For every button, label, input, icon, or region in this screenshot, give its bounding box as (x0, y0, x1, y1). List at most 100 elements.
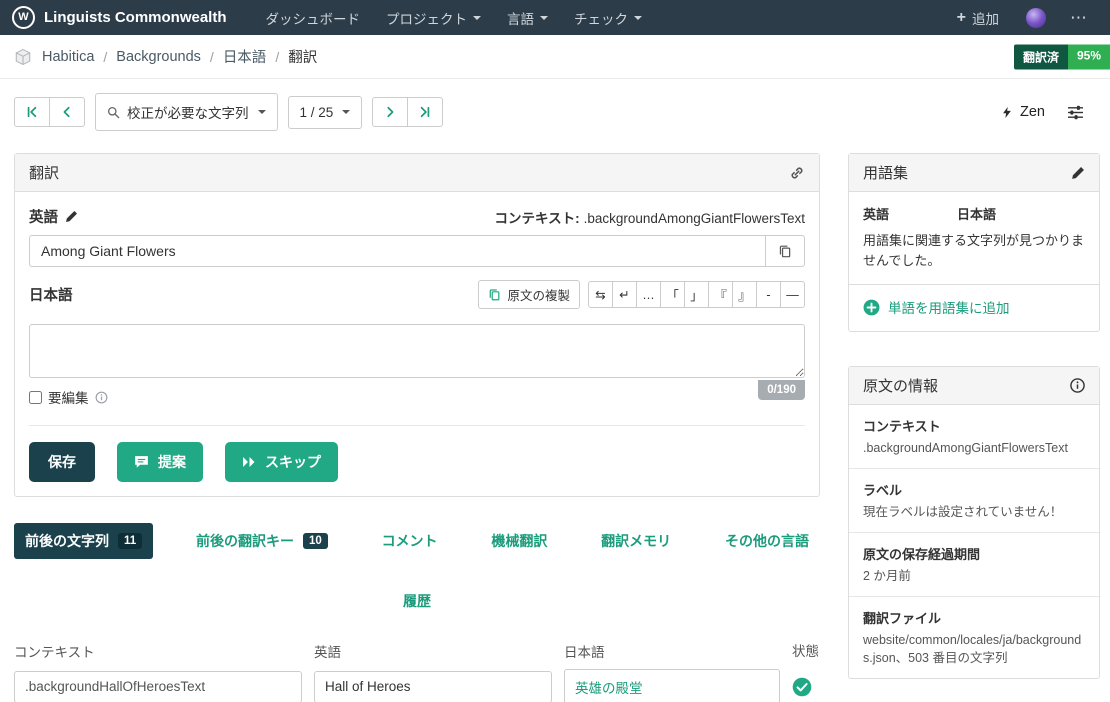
needs-edit-group: 要編集 (29, 387, 108, 407)
weblate-logo-icon[interactable]: W (12, 6, 35, 29)
char-ellipsis-button[interactable]: … (636, 281, 661, 308)
add-glossary-term-link[interactable]: 単語を用語集に追加 (863, 297, 1010, 317)
char-dbracket-open-button[interactable]: 『 (708, 281, 733, 308)
pagination-group: 校正が必要な文字列 1 / 25 (14, 93, 444, 131)
needs-edit-checkbox[interactable] (29, 390, 42, 404)
skip-button[interactable]: スキップ (225, 442, 338, 482)
permalink-icon[interactable] (789, 165, 805, 181)
source-info-card-header: 原文の情報 (849, 366, 1099, 405)
action-buttons: 保存 提案 スキップ (29, 425, 805, 482)
nav-checks[interactable]: チェック (561, 0, 655, 36)
breadcrumb: Habitica Backgrounds 日本語 翻訳 翻訳済 95% (0, 35, 1110, 79)
char-dbracket-close-button[interactable]: 』 (732, 281, 757, 308)
glossary-card-header: 用語集 (849, 154, 1099, 192)
editor-body: 英語 コンテキスト: .backgroundAmongGiantFlowersTe… (15, 192, 819, 496)
tab-machine-translation[interactable]: 機械翻訳 (480, 523, 558, 559)
add-button[interactable]: + 追加 (944, 0, 1012, 36)
fast-forward-icon (243, 457, 255, 467)
edit-source-pencil-icon[interactable] (65, 210, 78, 223)
copy-icon (490, 289, 500, 301)
char-bracket-close-button[interactable]: 」 (684, 281, 709, 308)
settings-sliders-button[interactable] (1065, 101, 1086, 124)
skip-first-icon (27, 106, 37, 118)
weblate-translate-page: W Linguists Commonwealth ダッシュボード プロジェクト … (0, 0, 1110, 702)
last-string-button[interactable] (407, 97, 444, 127)
breadcrumb-component[interactable]: Backgrounds (116, 49, 201, 65)
component-cube-icon (14, 48, 32, 66)
nav-dashboard[interactable]: ダッシュボード (253, 0, 374, 36)
glossary-card: 用語集 英語 日本語 用語集に関連する文字列が見つかりませんでした。 単語を用語… (848, 153, 1100, 332)
prev-string-button[interactable] (49, 97, 85, 127)
tab-count-badge: 10 (302, 533, 328, 549)
tab-history[interactable]: 履歴 (392, 583, 442, 619)
plus-icon: + (956, 8, 966, 26)
table-row: .backgroundHallOfHeroesText Hall of Hero… (14, 669, 820, 702)
brand-title[interactable]: Linguists Commonwealth (44, 9, 227, 26)
plus-circle-icon (863, 299, 880, 315)
edit-glossary-pencil-icon[interactable] (1071, 166, 1085, 180)
char-newline-button[interactable]: ↵ (612, 281, 637, 308)
source-info-card: 原文の情報 コンテキスト .backgroundAmongGiantFlower… (848, 365, 1100, 680)
char-emdash-button[interactable]: — (780, 281, 805, 308)
source-string-input[interactable] (29, 235, 765, 267)
breadcrumb-separator (275, 49, 279, 65)
breadcrumb-project[interactable]: Habitica (42, 49, 94, 65)
copy-icon (779, 245, 791, 258)
save-button[interactable]: 保存 (29, 442, 95, 482)
search-filter-dropdown[interactable]: 校正が必要な文字列 (95, 93, 278, 131)
next-string-button[interactable] (372, 97, 409, 127)
editor-toolbar: 校正が必要な文字列 1 / 25 Zen (14, 93, 1100, 131)
caret-down-icon (634, 15, 643, 20)
tab-translation-memory[interactable]: 翻訳メモリ (590, 523, 682, 559)
source-info-title: 原文の情報 (863, 377, 939, 395)
info-item-source-age: 原文の保存経過期間 2 か月前 (849, 531, 1099, 596)
main-menu: ダッシュボード プロジェクト 言語 チェック (253, 0, 656, 36)
glossary-footer: 単語を用語集に追加 (849, 284, 1099, 331)
position-dropdown[interactable]: 1 / 25 (287, 95, 363, 129)
breadcrumb-current: 翻訳 (288, 50, 318, 66)
nearby-context-cell[interactable]: .backgroundHallOfHeroesText (14, 671, 302, 702)
info-circle-icon[interactable] (1070, 377, 1085, 393)
char-counter-badge: 0/190 (758, 380, 805, 400)
header-source: 英語 (314, 645, 341, 660)
nav-projects[interactable]: プロジェクト (373, 0, 494, 36)
char-swap-button[interactable]: ⇆ (588, 281, 613, 308)
translation-card: 翻訳 英語 コンテキスト: .backgroundAmongGiantFlowe… (14, 153, 820, 497)
special-chars-group: ⇆ ↵ … 「 」 『 』 - — (588, 281, 805, 308)
user-avatar[interactable] (1026, 7, 1046, 28)
breadcrumb-language[interactable]: 日本語 (223, 46, 267, 67)
nearby-target-cell[interactable]: 英雄の殿堂 (564, 669, 780, 702)
translation-textarea[interactable] (29, 324, 805, 378)
char-hyphen-button[interactable]: - (756, 281, 781, 308)
breadcrumb-separator (103, 49, 107, 65)
page-content: 校正が必要な文字列 1 / 25 Zen 翻訳 英語 コンテキスト: .back… (0, 79, 1110, 702)
tab-similar-keys[interactable]: 前後の翻訳キー 10 (185, 523, 339, 559)
status-percent: 95% (1067, 44, 1110, 69)
tab-count-badge: 11 (118, 533, 143, 549)
top-navbar: W Linguists Commonwealth ダッシュボード プロジェクト … (0, 0, 1110, 35)
first-string-button[interactable] (14, 97, 50, 127)
info-item-context: コンテキスト .backgroundAmongGiantFlowersText (863, 418, 1068, 455)
info-icon[interactable] (95, 391, 108, 404)
zen-mode-button[interactable]: Zen (999, 100, 1047, 124)
target-language-label: 日本語 (29, 288, 73, 304)
toolbar-right-group: Zen (999, 100, 1086, 124)
info-item-translation-file: 翻訳ファイル website/common/locales/ja/backgro… (849, 595, 1099, 678)
char-bracket-open-button[interactable]: 「 (660, 281, 685, 308)
nav-languages[interactable]: 言語 (494, 0, 561, 36)
suggest-button[interactable]: 提案 (117, 442, 203, 482)
skip-last-icon (420, 106, 430, 118)
chevron-left-icon (63, 106, 70, 118)
copy-source-button[interactable] (765, 235, 805, 267)
translation-card-header: 翻訳 (15, 154, 819, 192)
comment-bubble-icon (135, 456, 148, 468)
clone-source-button[interactable]: 原文の複製 (478, 280, 580, 309)
nearby-source-cell[interactable]: Hall of Heroes (314, 671, 552, 702)
tab-comments[interactable]: コメント (371, 523, 449, 559)
flags-row: 要編集 0/190 (29, 380, 805, 407)
translation-status-badge: 翻訳済 95% (1013, 44, 1110, 69)
tab-other-languages[interactable]: その他の言語 (714, 523, 820, 559)
tab-nearby-strings[interactable]: 前後の文字列 11 (14, 523, 154, 559)
editor-column: 翻訳 英語 コンテキスト: .backgroundAmongGiantFlowe… (14, 153, 820, 702)
overflow-menu-button[interactable]: ⋯ (1060, 0, 1098, 36)
